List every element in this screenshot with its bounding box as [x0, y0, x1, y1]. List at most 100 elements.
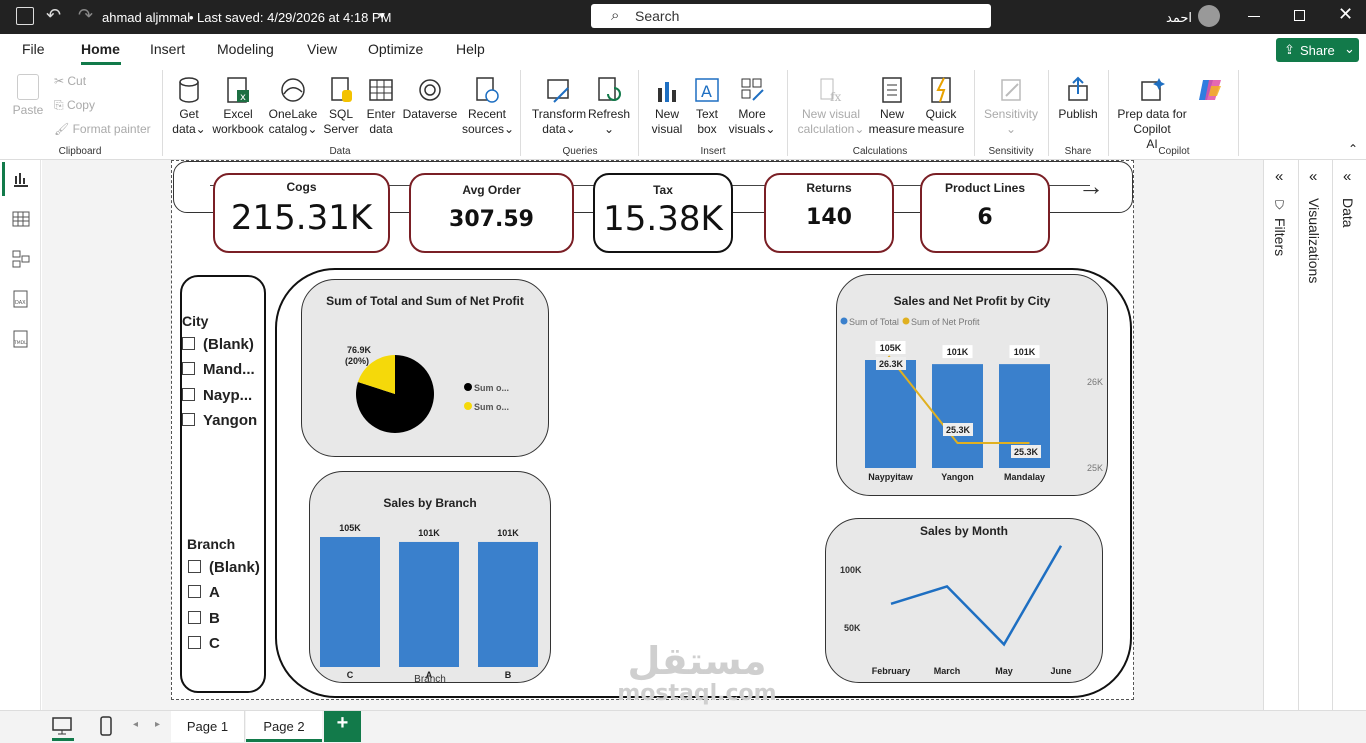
kpi-card-avg-order[interactable]: Avg Order 307.59	[409, 173, 574, 253]
kpi-card-returns[interactable]: Returns 140	[764, 173, 894, 253]
checkbox[interactable]	[188, 585, 201, 598]
maximize-icon[interactable]	[1294, 10, 1305, 21]
menu-optimize[interactable]: Optimize	[368, 41, 423, 57]
watermark-arabic: مستقل	[627, 639, 767, 683]
data-pane[interactable]: « Data	[1332, 160, 1366, 710]
publish-button[interactable]: Publish	[1054, 76, 1102, 122]
sql-label-2: Server	[323, 122, 359, 136]
menu-modeling[interactable]: Modeling	[217, 41, 274, 57]
option-label: (Blank)	[209, 559, 260, 576]
checkbox[interactable]	[188, 611, 201, 624]
cut-button[interactable]: ✂ Cut	[54, 74, 86, 89]
menu-home[interactable]: Home	[81, 41, 120, 57]
avatar[interactable]	[1198, 5, 1220, 27]
excel-workbook-button[interactable]: x Excel workbook	[210, 76, 266, 137]
filters-pane[interactable]: « ⛉ Filters	[1263, 160, 1298, 710]
quick-measure-button[interactable]: Quick measure	[916, 76, 966, 137]
x-axis-title: Branch	[414, 674, 446, 684]
checkbox[interactable]	[182, 388, 195, 401]
checkbox[interactable]	[182, 337, 195, 350]
text-box-button[interactable]: A Text box	[688, 76, 726, 137]
get-data-button[interactable]: Get data⌄	[168, 76, 210, 137]
legend-label: Sum o...	[474, 402, 509, 412]
collapse-ribbon-icon[interactable]: ⌃	[1348, 142, 1358, 156]
copy-button[interactable]: ⎘ Copy	[54, 98, 95, 113]
visualizations-pane[interactable]: « Visualizations	[1298, 160, 1332, 710]
scroll-left-icon[interactable]: ◂	[133, 719, 138, 730]
page-tab-1[interactable]: Page 1	[171, 711, 245, 742]
page-tab-label: Page 2	[263, 719, 305, 734]
branch-chart-svg: 105KC101KA101KB Branch	[320, 523, 538, 684]
city-option-mandalay[interactable]: Mand...	[182, 361, 255, 378]
tmdl-view-icon[interactable]: TMDL	[12, 330, 30, 348]
new-visual-button[interactable]: New visual	[646, 76, 688, 137]
city-option-yangon[interactable]: Yangon	[182, 412, 257, 429]
add-page-button[interactable]: +	[324, 711, 361, 742]
sensitivity-button[interactable]: Sensitivity ⌄	[980, 76, 1042, 137]
transform-data-button[interactable]: Transform data⌄	[528, 76, 590, 137]
checkbox[interactable]	[182, 413, 195, 426]
redo-icon[interactable]: ↷	[78, 5, 93, 26]
branch-option-a[interactable]: A	[188, 584, 220, 601]
branch-option-c[interactable]: C	[188, 635, 220, 652]
page-tab-label: Page 1	[186, 719, 229, 734]
new-vcalc-label-2: calculation	[797, 122, 855, 136]
month-line-chart-visual[interactable]: Sales by Month 100K 50K February March May…	[825, 518, 1103, 683]
chevron-down-icon[interactable]: ▼	[377, 11, 387, 22]
menu-insert[interactable]: Insert	[150, 41, 185, 57]
minimize-icon[interactable]	[1248, 16, 1260, 17]
share-button[interactable]: ⇪ Share ⌄	[1276, 38, 1359, 62]
mobile-layout-icon[interactable]	[100, 716, 112, 736]
legend-marker	[464, 402, 472, 410]
checkbox[interactable]	[182, 362, 195, 375]
enter-data-button[interactable]: Enter data	[362, 76, 400, 137]
report-view-icon[interactable]	[12, 170, 30, 188]
undo-icon[interactable]: ↶	[46, 5, 61, 26]
model-view-icon[interactable]	[12, 250, 30, 268]
expand-icon[interactable]: «	[1275, 168, 1283, 185]
expand-icon[interactable]: «	[1309, 168, 1317, 185]
prep-data-copilot-button[interactable]: Prep data for Copilot AI	[1116, 76, 1188, 152]
checkbox[interactable]	[188, 636, 201, 649]
new-measure-button[interactable]: New measure	[868, 76, 916, 137]
option-label: A	[209, 584, 220, 601]
copy-label: Copy	[66, 98, 95, 112]
dataverse-button[interactable]: Dataverse	[400, 76, 460, 122]
recent-sources-button[interactable]: Recent sources⌄	[462, 76, 514, 137]
dax-query-view-icon[interactable]: DAX	[12, 290, 30, 308]
kpi-card-tax[interactable]: Tax 15.38K	[593, 173, 733, 253]
branch-option-blank[interactable]: (Blank)	[188, 559, 260, 576]
refresh-button[interactable]: Refresh ⌄	[588, 76, 630, 137]
pie-chart-visual[interactable]: Sum of Total and Sum of Net Profit 76.9K…	[301, 279, 549, 457]
desktop-layout-icon[interactable]	[52, 717, 72, 735]
menu-help[interactable]: Help	[456, 41, 485, 57]
close-icon[interactable]: ✕	[1338, 4, 1353, 25]
page-tab-2[interactable]: Page 2	[246, 711, 322, 742]
more-visuals-button[interactable]: More visuals⌄	[726, 76, 778, 137]
checkbox[interactable]	[188, 560, 201, 573]
fx-icon: fx	[820, 78, 841, 104]
table-view-icon[interactable]	[12, 210, 30, 228]
copilot-button[interactable]	[1192, 76, 1228, 107]
scroll-right-icon[interactable]: ▸	[155, 719, 160, 730]
kpi-card-product-lines[interactable]: Product Lines 6	[920, 173, 1050, 253]
search-box[interactable]: ⌕ Search	[591, 4, 991, 28]
text-box-label-1: Text	[695, 107, 718, 121]
branch-bar-chart-visual[interactable]: Sales by Branch 105K C 101K A 101K B Branch	[309, 471, 551, 684]
arrow-right-icon[interactable]: →	[1078, 171, 1104, 202]
paste-button[interactable]: Paste	[10, 74, 46, 118]
branch-option-b[interactable]: B	[188, 610, 220, 627]
sql-server-button[interactable]: SQL Server	[322, 76, 360, 137]
city-option-blank[interactable]: (Blank)	[182, 336, 254, 353]
expand-icon[interactable]: «	[1343, 168, 1351, 185]
save-icon[interactable]	[16, 7, 34, 25]
format-painter-button[interactable]: 🖌 Format painter	[54, 122, 164, 137]
account-name: احمد	[1166, 10, 1192, 25]
city-combo-chart-visual[interactable]: Sales and Net Profit by City Sum of Tota…	[836, 274, 1108, 496]
new-visual-calculation-button[interactable]: fx New visual calculation⌄	[794, 76, 868, 137]
onelake-catalog-button[interactable]: OneLake catalog⌄	[266, 76, 320, 137]
menu-view[interactable]: View	[307, 41, 337, 57]
kpi-card-cogs[interactable]: Cogs 215.31K	[213, 173, 390, 253]
city-option-naypyitaw[interactable]: Nayp...	[182, 387, 252, 404]
menu-file[interactable]: File	[22, 41, 45, 57]
